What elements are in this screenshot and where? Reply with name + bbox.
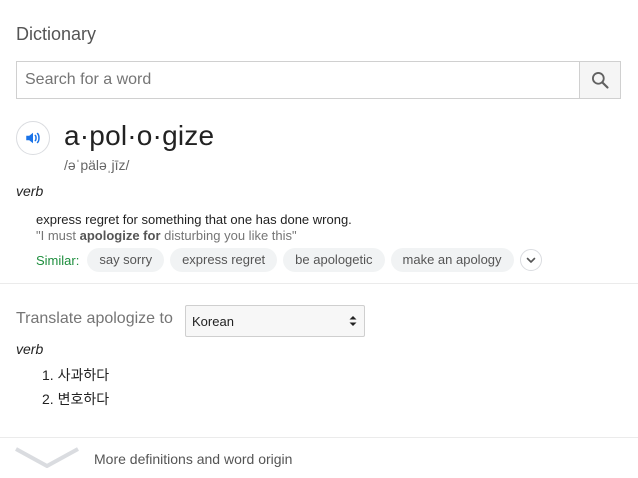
chevron-down-icon xyxy=(15,447,79,468)
pronunciation-button[interactable] xyxy=(16,121,50,155)
headword: a·pol·o·gize xyxy=(64,120,215,151)
similar-chip-express-regret[interactable]: express regret xyxy=(170,248,278,272)
dictionary-card: Dictionary a·pol·o·gize /əˈpäləˌjīz/ ver… xyxy=(0,0,638,478)
translation-list: 1. 사과하다 2. 변호하다 xyxy=(42,366,109,414)
section-divider xyxy=(0,283,638,284)
more-definitions-text: More definitions and word origin xyxy=(94,451,293,467)
search-box xyxy=(16,61,621,99)
select-arrows-icon xyxy=(349,316,357,326)
chevron-down-icon xyxy=(526,257,535,263)
search-input[interactable] xyxy=(17,62,582,98)
example-start: "I must xyxy=(36,228,80,243)
selected-language: Korean xyxy=(192,314,234,329)
part-of-speech: verb xyxy=(16,183,44,199)
translation-part-of-speech: verb xyxy=(16,341,44,357)
speaker-icon xyxy=(26,132,40,144)
translate-label: Translate apologize to xyxy=(16,310,173,327)
example-end: disturbing you like this" xyxy=(160,228,297,243)
more-definitions-link[interactable]: More definitions and word origin xyxy=(0,438,638,478)
language-select[interactable]: Korean xyxy=(185,305,365,337)
similar-chip-make-an-apology[interactable]: make an apology xyxy=(390,248,514,272)
similar-chip-be-apologetic[interactable]: be apologetic xyxy=(283,248,385,272)
translation-item: 1. 사과하다 xyxy=(42,367,110,383)
example-highlight: apologize for xyxy=(79,228,161,243)
similar-chip-say-sorry[interactable]: say sorry xyxy=(87,248,165,272)
definition-text: express regret for something that one ha… xyxy=(36,212,352,227)
search-button[interactable] xyxy=(579,62,620,98)
search-icon xyxy=(592,72,609,89)
phonetic-spelling: /əˈpäləˌjīz/ xyxy=(64,157,130,173)
example-sentence: "I must apologize for disturbing you lik… xyxy=(36,228,297,243)
translation-item: 2. 변호하다 xyxy=(42,391,110,407)
similar-label: Similar: xyxy=(36,252,80,268)
expand-similar-button[interactable] xyxy=(519,249,542,271)
card-title: Dictionary xyxy=(16,24,97,44)
similar-words-row: Similar: say sorry express regret be apo… xyxy=(36,248,542,272)
